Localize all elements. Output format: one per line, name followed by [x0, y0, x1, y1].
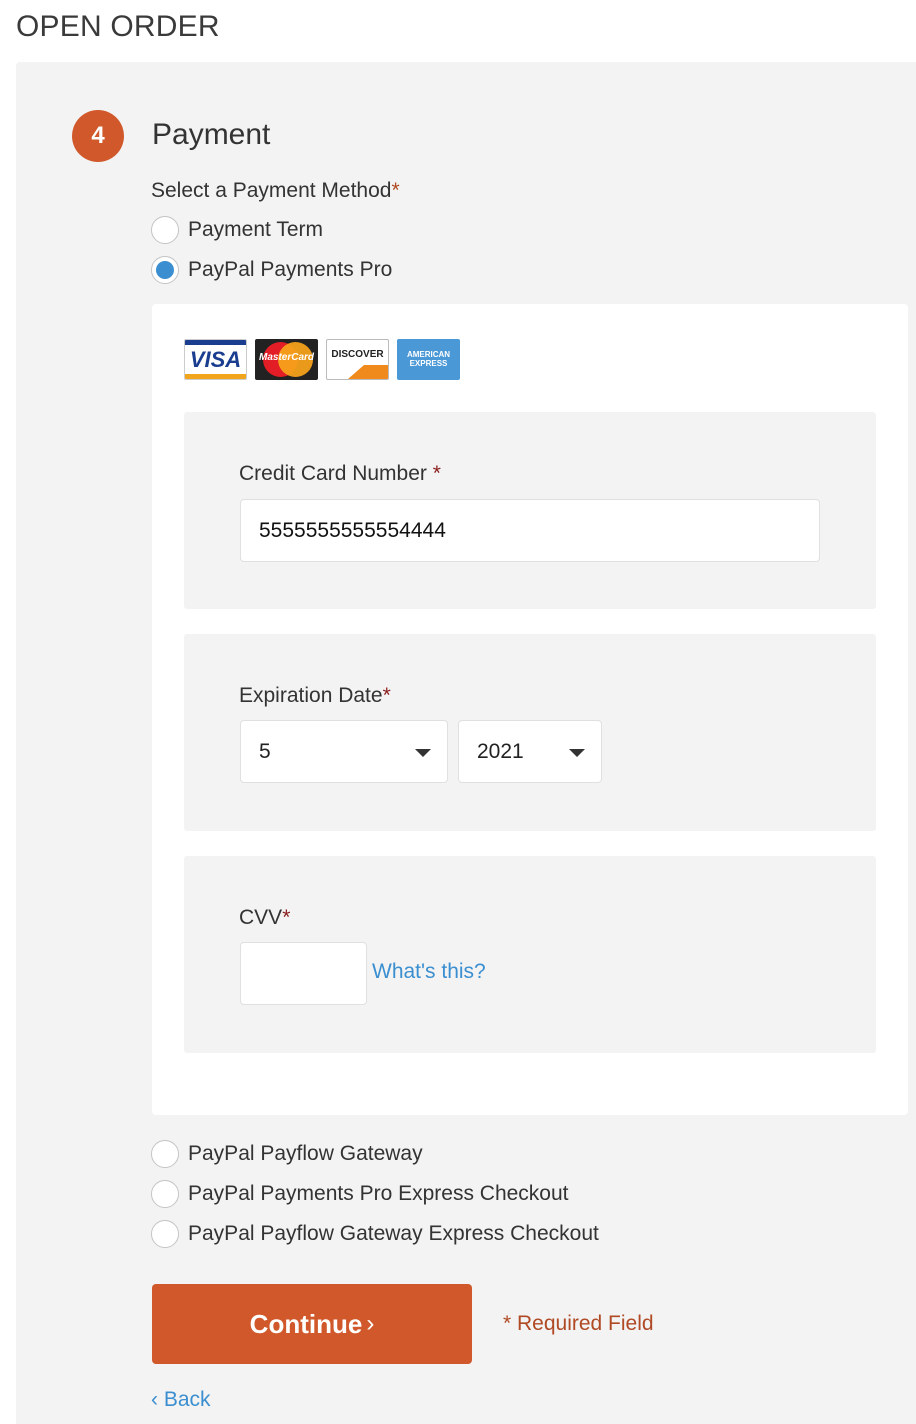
required-marker: *	[432, 462, 441, 485]
cvv-field-group: CVV* What's this?	[184, 856, 876, 1053]
chevron-left-icon: ‹	[151, 1388, 158, 1411]
discover-orange-band	[348, 365, 388, 379]
required-marker: *	[282, 906, 291, 929]
amex-logo: AMERICAN EXPRESS	[397, 339, 460, 380]
radio-paypal-payflow-gateway-express[interactable]: PayPal Payflow Gateway Express Checkout	[151, 1220, 599, 1248]
required-marker: *	[391, 179, 400, 202]
required-field-note: * Required Field	[503, 1312, 654, 1335]
chevron-down-icon	[569, 749, 585, 757]
radio-label: Payment Term	[188, 218, 323, 241]
radio-paypal-payments-pro-express[interactable]: PayPal Payments Pro Express Checkout	[151, 1180, 569, 1208]
back-link-label: Back	[163, 1388, 211, 1411]
cvv-input[interactable]	[240, 942, 367, 1005]
expiration-year-value: 2021	[477, 739, 524, 763]
payment-method-label: Select a Payment Method*	[151, 179, 400, 203]
continue-button[interactable]: Continue ›	[152, 1284, 472, 1364]
radio-button[interactable]	[151, 1180, 179, 1208]
discover-logo-text: DISCOVER	[331, 349, 384, 360]
credit-card-label-text: Credit Card Number	[239, 462, 427, 485]
radio-button-selected[interactable]	[151, 256, 179, 284]
credit-card-number-input[interactable]: 5555555555554444	[240, 499, 820, 562]
step-title: Payment	[152, 118, 271, 151]
radio-dot	[156, 261, 174, 279]
visa-logo: VISA	[184, 339, 247, 380]
chevron-down-icon	[415, 749, 431, 757]
mastercard-logo-text: MasterCard	[258, 352, 315, 363]
cvv-label-text: CVV	[239, 906, 283, 929]
credit-card-field-group: Credit Card Number * 5555555555554444	[184, 412, 876, 609]
radio-button[interactable]	[151, 216, 179, 244]
radio-payment-term[interactable]: Payment Term	[151, 216, 323, 244]
visa-band-bottom	[185, 374, 246, 379]
back-link[interactable]: ‹ Back	[151, 1388, 211, 1412]
radio-label: PayPal Payments Pro Express Checkout	[188, 1182, 569, 1205]
radio-label: PayPal Payments Pro	[188, 258, 393, 281]
required-marker: *	[382, 684, 391, 707]
continue-button-label: Continue	[249, 1308, 363, 1339]
discover-logo: DISCOVER	[326, 339, 389, 380]
radio-paypal-payflow-gateway[interactable]: PayPal Payflow Gateway	[151, 1140, 423, 1168]
radio-button[interactable]	[151, 1140, 179, 1168]
card-logos: VISA MasterCard DISCOVER AMERICAN EXPRES…	[184, 339, 460, 380]
radio-label: PayPal Payflow Gateway	[188, 1142, 423, 1165]
credit-card-label: Credit Card Number *	[239, 462, 441, 486]
mastercard-logo: MasterCard	[255, 339, 318, 380]
visa-band-top	[185, 340, 246, 345]
amex-logo-text: AMERICAN EXPRESS	[406, 350, 451, 368]
visa-logo-text: VISA	[189, 347, 242, 372]
expiration-label-text: Expiration Date	[239, 684, 383, 707]
radio-button[interactable]	[151, 1220, 179, 1248]
expiration-month-value: 5	[259, 739, 271, 763]
step-number-badge: 4	[72, 110, 124, 162]
expiration-month-select[interactable]: 5	[240, 720, 448, 783]
expiration-field-group: Expiration Date* 5 2021	[184, 634, 876, 831]
cvv-help-link[interactable]: What's this?	[372, 960, 486, 984]
page-title: OPEN ORDER	[16, 10, 220, 43]
expiration-year-select[interactable]: 2021	[458, 720, 602, 783]
radio-paypal-payments-pro[interactable]: PayPal Payments Pro	[151, 256, 392, 284]
chevron-right-icon: ›	[366, 1310, 375, 1337]
expiration-label: Expiration Date*	[239, 684, 391, 708]
payment-method-label-text: Select a Payment Method	[151, 179, 392, 202]
radio-label: PayPal Payflow Gateway Express Checkout	[188, 1222, 599, 1245]
cvv-label: CVV*	[239, 906, 290, 930]
